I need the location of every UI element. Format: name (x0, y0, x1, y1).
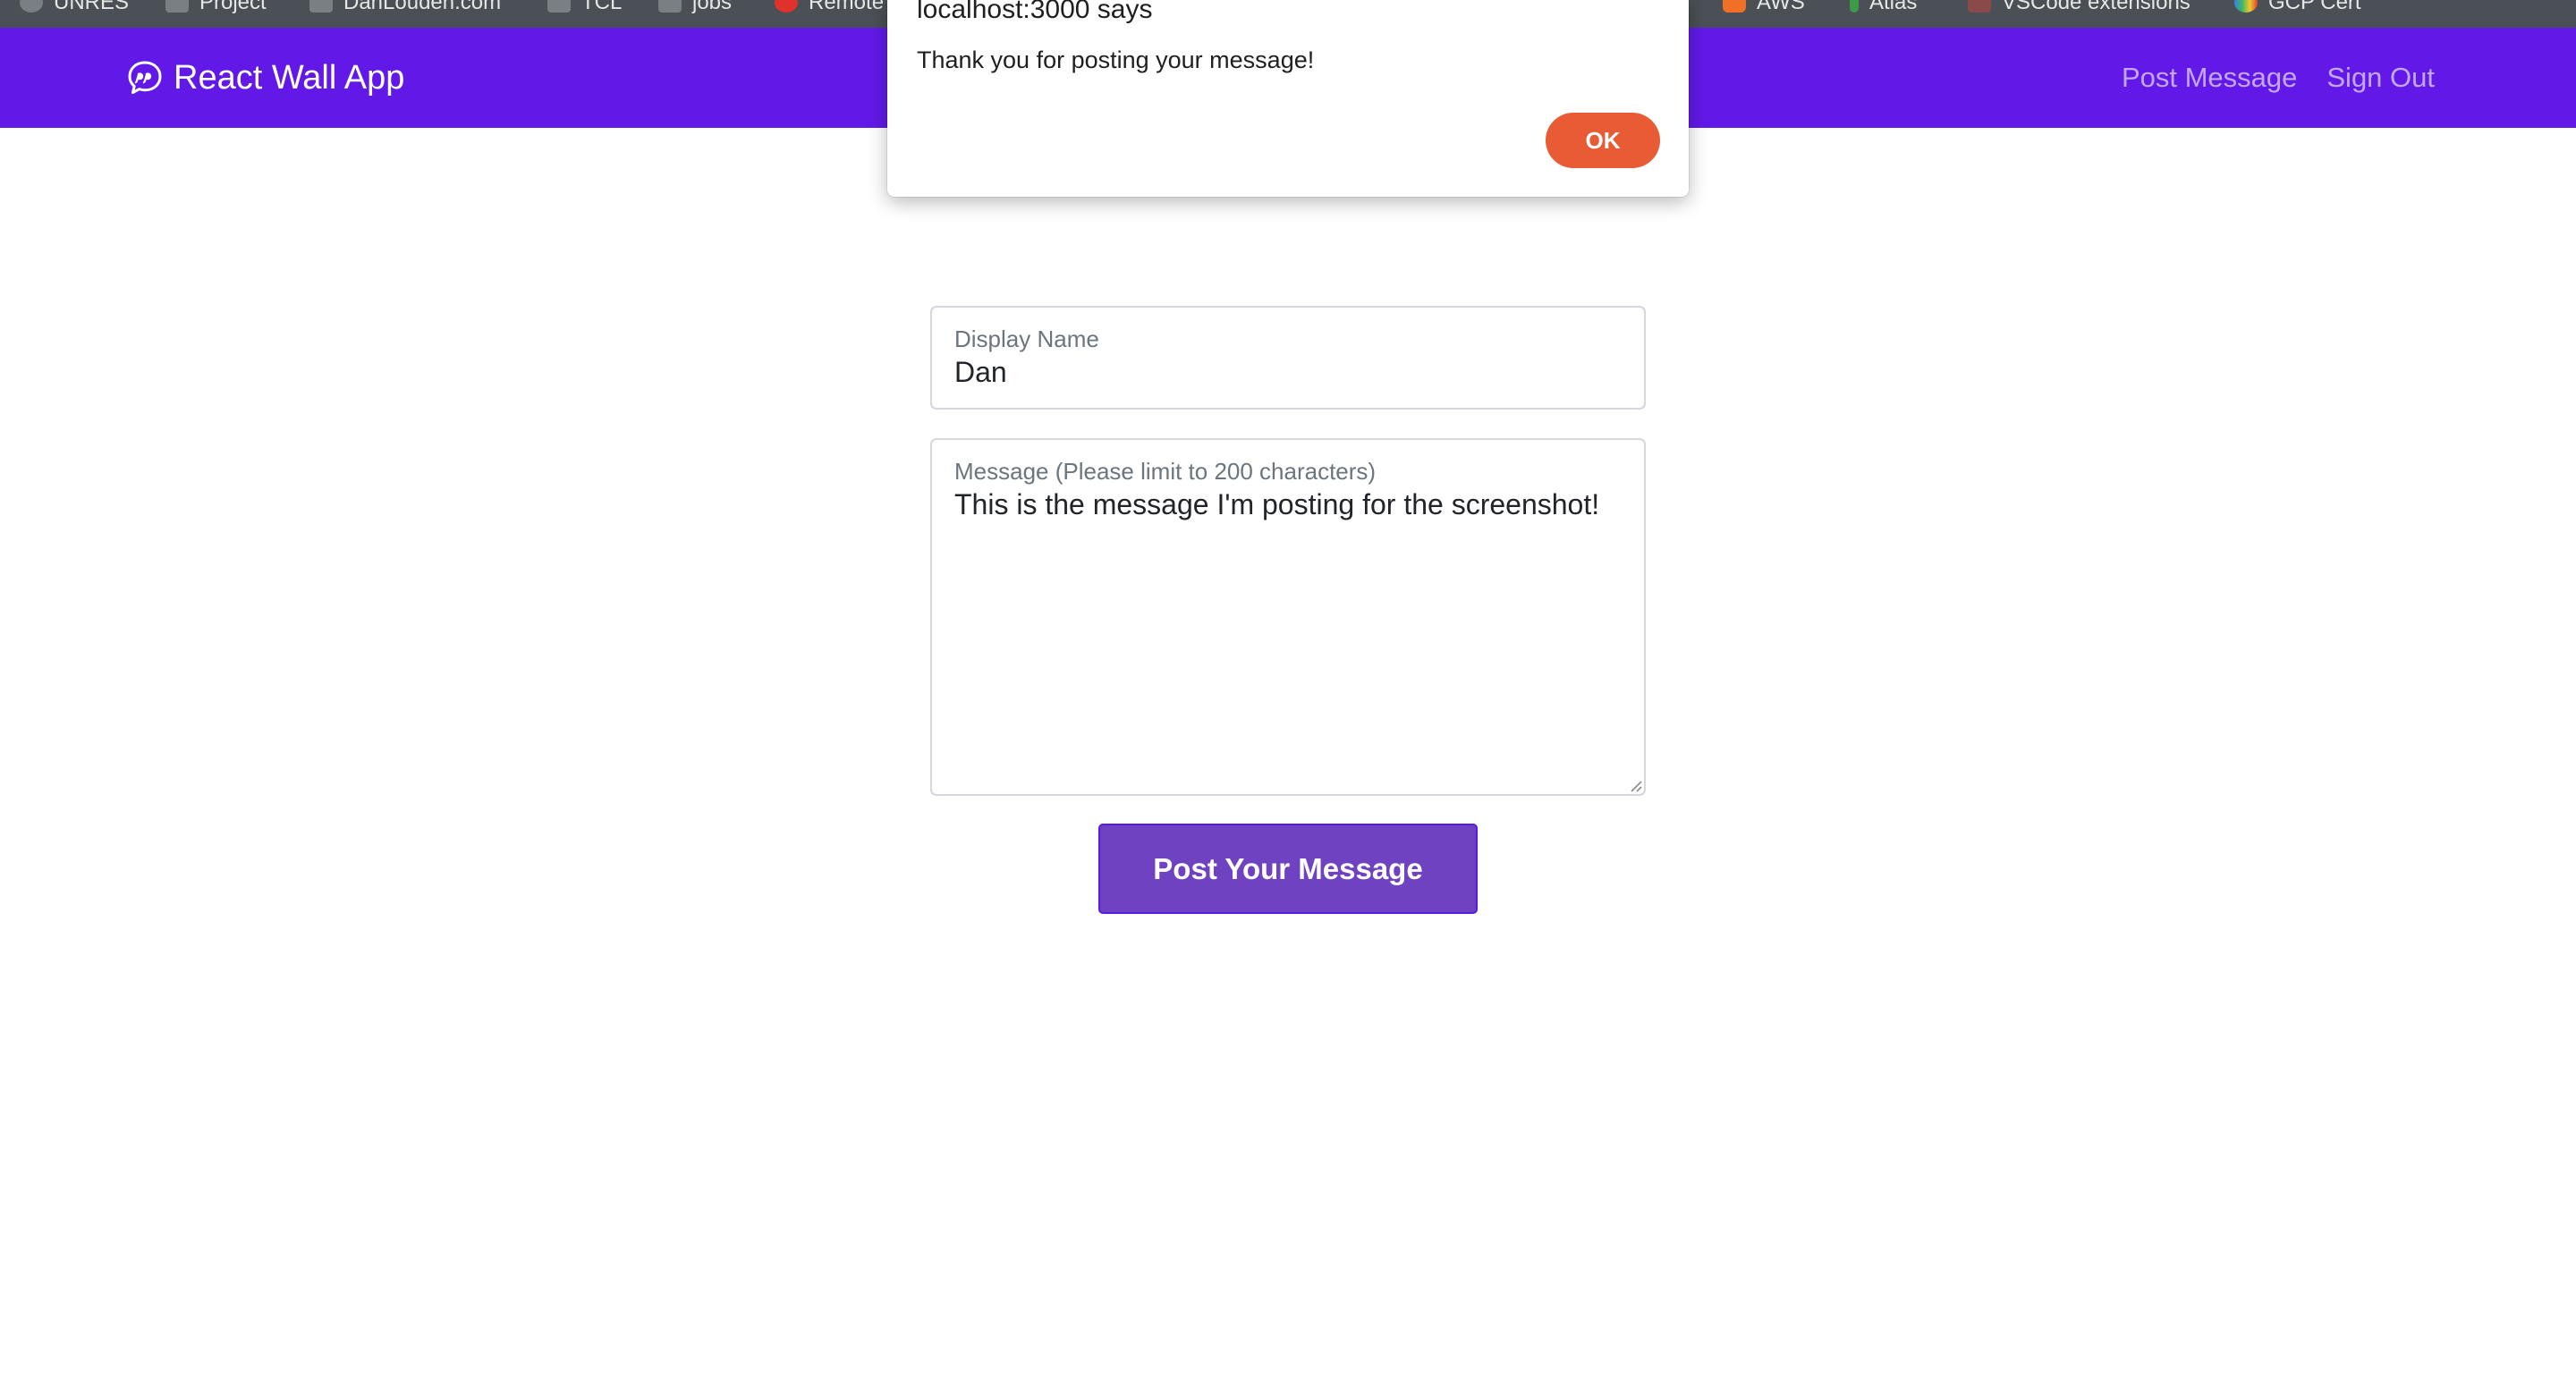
app-window: UNRES Project DanLouden.com TCL jobs Rem… (0, 0, 2576, 1395)
alert-dialog: localhost:3000 says Thank you for postin… (887, 0, 1689, 197)
message-field[interactable]: Message (Please limit to 200 characters)… (930, 438, 1646, 796)
bookmark-label: Project (199, 0, 267, 14)
bookmark-item[interactable]: TCL (547, 0, 622, 18)
bookmark-item[interactable]: Project (165, 0, 267, 18)
aws-icon (1723, 0, 1746, 13)
bookmark-label: TCL (581, 0, 623, 14)
bookmark-label: AWS (1757, 0, 1805, 14)
alert-title: localhost:3000 says (917, 0, 1153, 24)
bookmark-label: jobs (692, 0, 733, 14)
bookmark-label: GCP Cert (2268, 0, 2361, 14)
leaf-icon (1850, 0, 1859, 13)
brand-link[interactable]: React Wall App (127, 55, 404, 100)
folder-icon (309, 0, 333, 13)
resize-handle-icon[interactable] (1628, 778, 1642, 792)
alert-message: Thank you for posting your message! (917, 46, 1315, 73)
nav-link-sign-out[interactable]: Sign Out (2326, 60, 2435, 96)
bookmark-item[interactable]: Remote (775, 0, 884, 18)
folder-icon (658, 0, 682, 13)
message-label: Message (Please limit to 200 characters) (954, 458, 1377, 485)
vscode-icon (1968, 0, 1991, 13)
bookmark-item[interactable]: UNRES (20, 0, 129, 18)
message-textarea[interactable]: This is the message I'm posting for the … (954, 488, 1599, 521)
bookmark-label: VSCode extensions (2002, 0, 2190, 14)
bookmark-item[interactable]: VSCode extensions (1968, 0, 2190, 18)
bookmark-item[interactable]: GCP Cert (2234, 0, 2361, 18)
display-name-input[interactable]: Dan (954, 356, 1007, 389)
github-icon (20, 0, 43, 13)
google-icon (2234, 0, 2258, 13)
display-name-field[interactable]: Display Name Dan (930, 306, 1646, 410)
nav-links: Post Message Sign Out (2122, 60, 2435, 96)
red-circle-icon (775, 0, 798, 13)
post-message-button[interactable]: Post Your Message (1098, 824, 1478, 914)
bookmark-label: Remote (809, 0, 885, 14)
brand-label: React Wall App (174, 58, 405, 97)
bookmark-item[interactable]: DanLouden.com (309, 0, 501, 18)
bookmark-label: Atlas (1869, 0, 1918, 14)
nav-link-post-message[interactable]: Post Message (2122, 60, 2297, 96)
bookmark-label: UNRES (54, 0, 130, 14)
display-name-label: Display Name (954, 326, 1099, 352)
bookmark-item[interactable]: jobs (658, 0, 732, 18)
bookmark-item[interactable]: AWS (1723, 0, 1805, 18)
bookmark-label: DanLouden.com (343, 0, 502, 14)
quote-bubble-icon (128, 61, 162, 94)
bookmark-item[interactable]: Atlas (1850, 0, 1917, 18)
ok-button[interactable]: OK (1546, 113, 1660, 168)
folder-icon (547, 0, 571, 13)
folder-icon (165, 0, 189, 13)
